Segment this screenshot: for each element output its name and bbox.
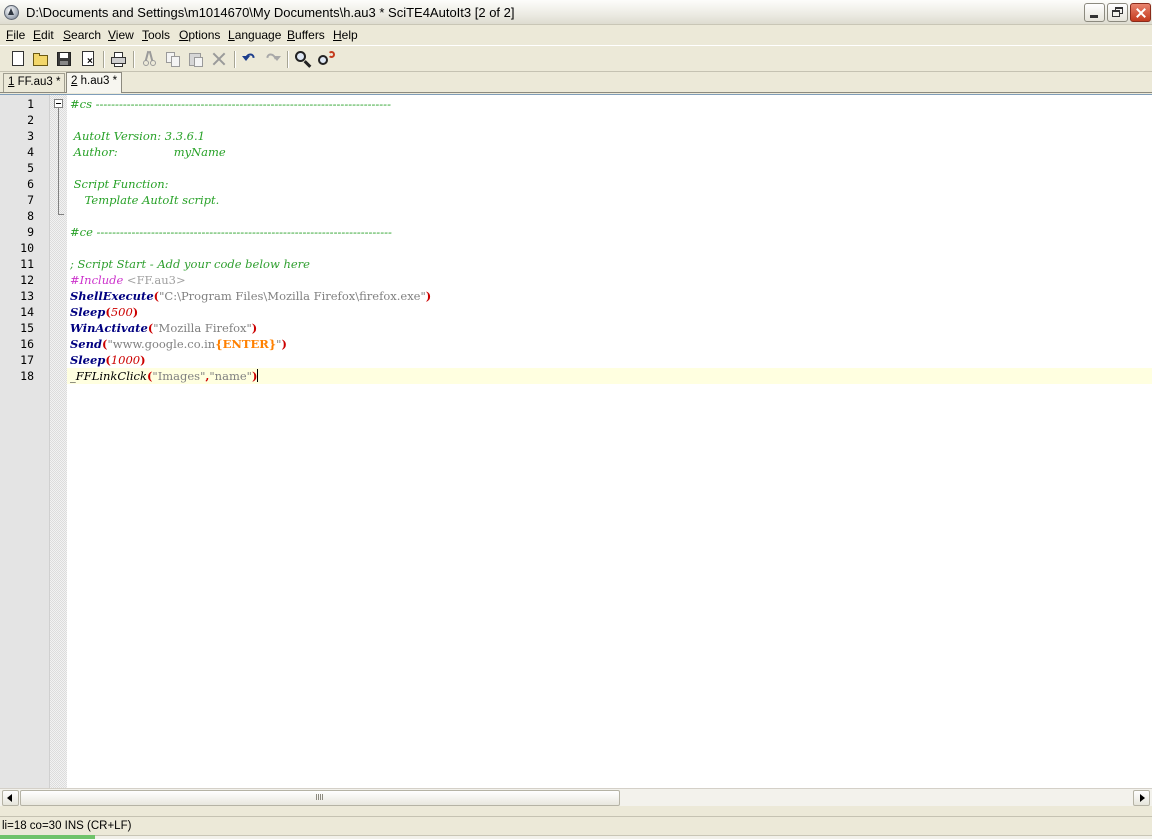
toolbar-separator: [234, 51, 236, 68]
code-line-4: Author: myName: [70, 145, 226, 159]
code-line-15: WinActivate("Mozilla Firefox"): [70, 321, 258, 335]
toolbar-separator: [133, 51, 135, 68]
copy-icon[interactable]: [164, 50, 182, 68]
scroll-left-icon[interactable]: [2, 790, 19, 806]
line-number: 3: [27, 129, 34, 143]
menu-search[interactable]: Search: [63, 28, 101, 42]
line-number-gutter: 1 2 3 4 5 6 7 8 9 10 11 12 13 14 15 16 1…: [0, 95, 50, 788]
code-line-11: ; Script Start - Add your code below her…: [70, 257, 310, 271]
line-number: 10: [20, 241, 34, 255]
menu-view[interactable]: View: [108, 28, 134, 42]
code-line-7: Template AutoIt script.: [70, 193, 220, 207]
toolbar: ×: [0, 45, 1152, 72]
fold-end: [58, 214, 64, 215]
code-line-13: ShellExecute("C:\Program Files\Mozilla F…: [70, 289, 432, 303]
line-number: 6: [27, 177, 34, 191]
save-icon[interactable]: [55, 50, 73, 68]
code-line-12: #Include <FF.au3>: [70, 273, 186, 287]
delete-icon[interactable]: [210, 50, 228, 68]
code-line-16: Send("www.google.co.in{ENTER}"): [70, 337, 287, 351]
print-icon[interactable]: [109, 50, 127, 68]
menu-language[interactable]: Language: [228, 28, 281, 42]
code-line-18: _FFLinkClick("Images","name"): [70, 369, 259, 383]
line-number: 1: [27, 97, 34, 111]
code-line-9: #ce ------------------------------------…: [70, 225, 392, 239]
line-number: 9: [27, 225, 34, 239]
menu-buffers[interactable]: Buffers: [287, 28, 325, 42]
line-number: 18: [20, 369, 34, 383]
menu-bar: File Edit Search View Tools Options Lang…: [0, 25, 1152, 44]
fold-line: [58, 108, 59, 215]
line-number: 14: [20, 305, 34, 319]
fold-collapse-icon[interactable]: [54, 99, 63, 108]
code-line-17: Sleep(1000): [70, 353, 146, 367]
menu-options[interactable]: Options: [179, 28, 220, 42]
scite-app-icon[interactable]: [4, 5, 19, 20]
line-number: 12: [20, 273, 34, 287]
status-text: li=18 co=30 INS (CR+LF): [2, 820, 132, 832]
scroll-right-icon[interactable]: [1133, 790, 1150, 806]
line-number: 17: [20, 353, 34, 367]
tab-h-au3[interactable]: 2 h.au3 *: [66, 72, 123, 93]
restore-button[interactable]: [1107, 3, 1128, 22]
menu-file[interactable]: File: [6, 28, 25, 42]
menu-tools[interactable]: Tools: [142, 28, 170, 42]
close-button[interactable]: [1130, 3, 1151, 22]
scrollbar-grip-icon: [316, 794, 324, 800]
tab-ff-au3[interactable]: 1 FF.au3 *: [3, 73, 66, 92]
text-caret: [257, 369, 259, 382]
open-folder-icon[interactable]: [32, 50, 50, 68]
redo-icon[interactable]: [263, 50, 281, 68]
toolbar-separator: [103, 51, 105, 68]
title-bar: D:\Documents and Settings\m1014670\My Do…: [0, 0, 1152, 25]
cut-icon[interactable]: [140, 50, 158, 68]
line-number: 11: [20, 257, 34, 271]
replace-icon[interactable]: [317, 50, 335, 68]
menu-edit[interactable]: Edit: [33, 28, 54, 42]
code-line-1: #cs ------------------------------------…: [70, 97, 391, 111]
code-line-6: Script Function:: [70, 177, 169, 191]
code-line-14: Sleep(500): [70, 305, 139, 319]
menu-help[interactable]: Help: [333, 28, 358, 42]
line-number: 13: [20, 289, 34, 303]
line-number: 7: [27, 193, 34, 207]
minimize-button[interactable]: [1084, 3, 1105, 22]
undo-icon[interactable]: [240, 50, 258, 68]
code-line-3: AutoIt Version: 3.3.6.1: [70, 129, 205, 143]
window-title: D:\Documents and Settings\m1014670\My Do…: [26, 5, 515, 20]
toolbar-separator: [287, 51, 289, 68]
close-file-icon[interactable]: ×: [79, 50, 97, 68]
line-number: 4: [27, 145, 34, 159]
line-number: 5: [27, 161, 34, 175]
paste-icon[interactable]: [187, 50, 205, 68]
find-icon[interactable]: [294, 50, 312, 68]
taskbar-edge: [0, 835, 95, 839]
line-number: 16: [20, 337, 34, 351]
status-bar: li=18 co=30 INS (CR+LF): [0, 816, 1152, 839]
line-number: 15: [20, 321, 34, 335]
line-number: 8: [27, 209, 34, 223]
code-editor[interactable]: 1 2 3 4 5 6 7 8 9 10 11 12 13 14 15 16 1…: [0, 94, 1152, 788]
horizontal-scrollbar[interactable]: [0, 788, 1152, 806]
buffer-tab-bar: 1 FF.au3 * 2 h.au3 *: [0, 72, 1152, 93]
new-file-icon[interactable]: [9, 50, 27, 68]
status-bottom-strip: [0, 835, 1152, 839]
line-number: 2: [27, 113, 34, 127]
